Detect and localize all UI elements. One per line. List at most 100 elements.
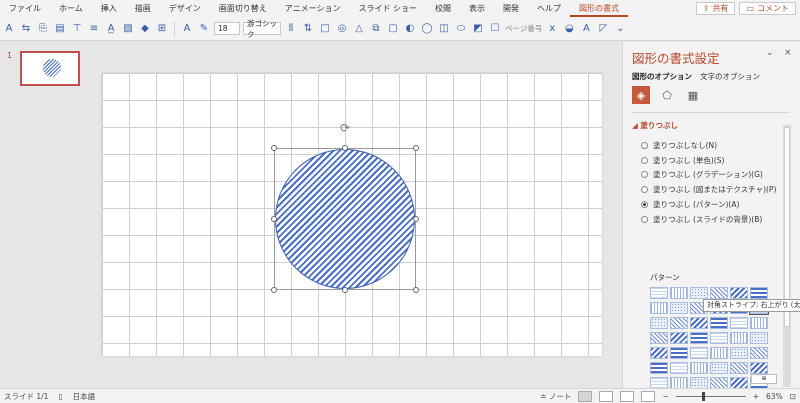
radio[interactable]: [641, 186, 648, 194]
rounded-rect-icon[interactable]: ▢: [386, 22, 400, 36]
resize-handle-bottom-left[interactable]: [271, 287, 277, 293]
pattern-swatch[interactable]: [670, 347, 688, 359]
pattern-swatch[interactable]: [710, 287, 728, 299]
copy-icon[interactable]: ⎘: [36, 22, 50, 36]
resize-handle-top-right[interactable]: [413, 145, 419, 151]
slide-thumbnail[interactable]: [20, 51, 80, 86]
pattern-swatch[interactable]: [710, 332, 728, 344]
pattern-swatch[interactable]: [730, 287, 748, 299]
pattern-swatch[interactable]: [650, 302, 668, 314]
radio[interactable]: [641, 141, 648, 149]
textbox-icon[interactable]: A: [2, 22, 16, 36]
resize-handle-top-left[interactable]: [271, 145, 277, 151]
text-direction-icon[interactable]: ⇅: [301, 22, 315, 36]
tab-design[interactable]: デザイン: [160, 0, 210, 17]
pattern-swatch[interactable]: [650, 362, 668, 374]
font-name-box[interactable]: 游ゴシック: [243, 19, 281, 39]
pattern-swatch[interactable]: [650, 317, 668, 329]
tab-shape-format[interactable]: 図形の書式: [570, 0, 628, 17]
pattern-swatch[interactable]: [670, 362, 688, 374]
pattern-swatch[interactable]: [750, 362, 768, 374]
text-fill-icon[interactable]: A̲: [104, 22, 118, 36]
spellcheck-icon[interactable]: ▯: [58, 392, 62, 401]
radio[interactable]: [641, 215, 648, 223]
pattern-swatch[interactable]: [750, 287, 768, 299]
group-icon[interactable]: ⧉: [369, 22, 383, 36]
notes-button[interactable]: ≐ ノート: [540, 391, 571, 402]
fill-section-header[interactable]: ◢ 塗りつぶし: [632, 120, 678, 131]
pattern-swatch[interactable]: [690, 347, 708, 359]
close-icon[interactable]: ×: [784, 48, 792, 58]
edit-shape-icon[interactable]: ◩: [471, 22, 485, 36]
pattern-swatch[interactable]: [650, 347, 668, 359]
fill-line-icon[interactable]: ◈: [632, 86, 650, 104]
pattern-swatch[interactable]: [710, 317, 728, 329]
fill-option-pattern[interactable]: 塗りつぶし (パターン)(A): [641, 197, 776, 212]
pattern-swatch[interactable]: [730, 332, 748, 344]
font-color-icon[interactable]: A: [180, 22, 194, 36]
tab-animations[interactable]: アニメーション: [276, 0, 350, 17]
pattern-swatch[interactable]: [690, 332, 708, 344]
slide-sorter-button[interactable]: [599, 390, 614, 402]
line-spacing-icon[interactable]: ⫴: [284, 22, 298, 36]
zoom-out-icon[interactable]: −: [662, 392, 668, 401]
comment-button[interactable]: ▭ コメント: [739, 2, 796, 15]
pattern-swatch[interactable]: [650, 287, 668, 299]
fill-bucket-icon[interactable]: ◒: [562, 22, 576, 36]
rotate-handle-icon[interactable]: ⟳: [338, 121, 352, 135]
share-button[interactable]: ⇪ 共有: [695, 2, 736, 15]
text-color-icon[interactable]: A: [579, 22, 593, 36]
arrange-icon[interactable]: ⊞: [155, 22, 169, 36]
shape-effects-icon[interactable]: ◎: [335, 22, 349, 36]
normal-view-button[interactable]: [578, 390, 593, 402]
tab-home[interactable]: ホーム: [50, 0, 92, 17]
format-painter-icon[interactable]: ⊤: [70, 22, 84, 36]
fill-option-background[interactable]: 塗りつぶし (スライドの背景)(B): [641, 212, 776, 227]
page-number-checkbox[interactable]: ☐: [488, 22, 502, 36]
triangle-icon[interactable]: △: [352, 22, 366, 36]
tab-review[interactable]: 校閲: [426, 0, 460, 17]
edit-points-icon[interactable]: ◸: [596, 22, 610, 36]
pattern-swatch[interactable]: [750, 332, 768, 344]
pane-scroll-thumb[interactable]: [784, 127, 790, 327]
pattern-swatch[interactable]: [690, 317, 708, 329]
tab-draw[interactable]: 描画: [126, 0, 160, 17]
pattern-swatch[interactable]: [730, 362, 748, 374]
pattern-swatch[interactable]: [710, 347, 728, 359]
pen-color-icon[interactable]: ✎: [197, 22, 211, 36]
zoom-in-icon[interactable]: +: [753, 392, 759, 401]
tab-slideshow[interactable]: スライド ショー: [349, 0, 426, 17]
fill-option-solid[interactable]: 塗りつぶし (単色)(S): [641, 153, 776, 168]
shape-fill-icon[interactable]: ◆: [138, 22, 152, 36]
tab-developer[interactable]: 開発: [494, 0, 528, 17]
fill-option-none[interactable]: 塗りつぶしなし(N): [641, 138, 776, 153]
pattern-swatch[interactable]: [710, 362, 728, 374]
pattern-swatch[interactable]: [730, 317, 748, 329]
tab-help[interactable]: ヘルプ: [528, 0, 570, 17]
shape-outline-icon[interactable]: □: [318, 22, 332, 36]
align-icon[interactable]: ≡: [87, 22, 101, 36]
slideshow-button[interactable]: [641, 390, 656, 402]
pane-bottom-control[interactable]: ⊕: [751, 374, 777, 384]
effects-icon[interactable]: ⬠: [658, 86, 676, 104]
resize-handle-top[interactable]: [342, 145, 348, 151]
tab-view[interactable]: 表示: [460, 0, 494, 17]
ring-icon[interactable]: ◯: [420, 22, 434, 36]
tab-file[interactable]: ファイル: [0, 0, 50, 17]
size-properties-icon[interactable]: ▦: [684, 86, 702, 104]
radio[interactable]: [641, 156, 648, 164]
oval-icon[interactable]: ⬭: [454, 22, 468, 36]
pattern-swatch[interactable]: [690, 362, 708, 374]
resize-handle-bottom-right[interactable]: [413, 287, 419, 293]
font-size-box[interactable]: 18: [214, 22, 240, 35]
fill-option-gradient[interactable]: 塗りつぶし (グラデーション)(G): [641, 168, 776, 183]
fit-slide-icon[interactable]: ⊡: [790, 392, 796, 401]
tab-shape-options[interactable]: 図形のオプション: [632, 71, 692, 82]
radio[interactable]: [641, 171, 648, 179]
shape-style-icon[interactable]: ▧: [121, 22, 135, 36]
pattern-swatch[interactable]: [730, 347, 748, 359]
zoom-slider-knob[interactable]: [701, 391, 705, 401]
zoom-slider[interactable]: [675, 391, 746, 401]
more-icon[interactable]: ⌄: [613, 22, 627, 36]
bring-forward-icon[interactable]: ◫: [437, 22, 451, 36]
